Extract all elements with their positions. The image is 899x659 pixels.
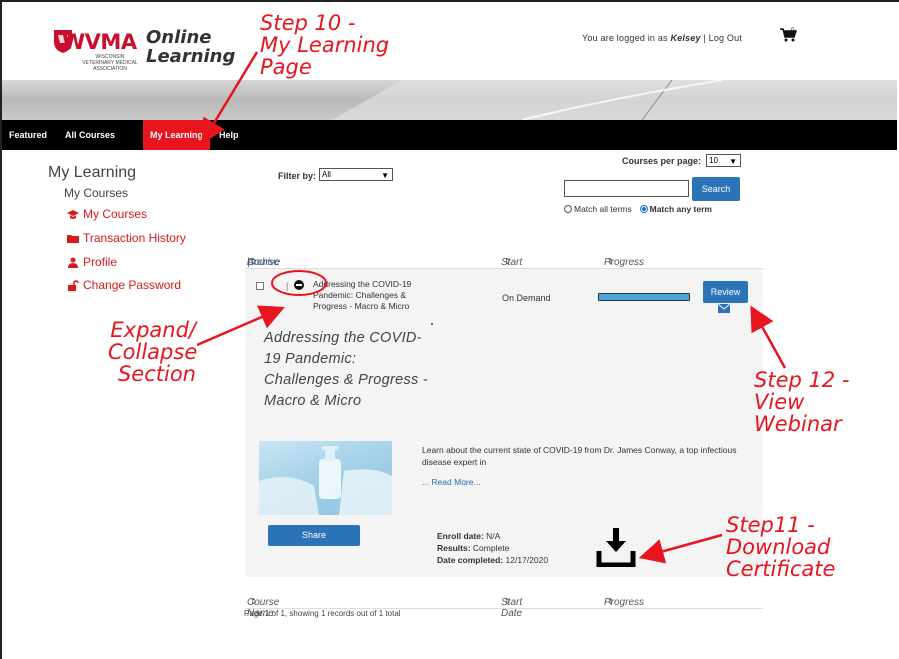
annotation-step10: Step 10 - My Learning Page — [260, 11, 390, 79]
match-options: Match all terms Match any term — [564, 204, 712, 214]
envelope-icon[interactable] — [718, 304, 730, 313]
per-page-label: Courses per page: — [622, 156, 702, 166]
filter-select-value: All — [322, 170, 331, 179]
sort-icon: ⇕ — [607, 597, 614, 606]
review-button[interactable]: Review — [703, 281, 748, 303]
annotation-step11: Step11 - Download Certificate — [726, 513, 836, 581]
per-page-value: 10 — [709, 156, 718, 165]
paging-info: Page 1 of 1, showing 1 records out of 1 … — [244, 609, 401, 618]
match-any-label: Match any term — [649, 204, 712, 214]
graduation-cap-icon — [67, 209, 79, 219]
sort-icon: ⇕ — [607, 257, 614, 266]
table-footer-header: Course Name ⇕ Start Date ⇕ Progress ⇕ — [245, 583, 763, 619]
sidebar-subtitle: My Courses — [64, 186, 129, 200]
match-all-option[interactable]: Match all terms — [564, 204, 632, 214]
decorative-dot — [431, 323, 433, 325]
share-button[interactable]: Share — [268, 525, 360, 546]
chevron-down-icon: ▼ — [729, 157, 737, 166]
unlock-icon — [68, 279, 79, 291]
archive-checkbox[interactable] — [256, 282, 264, 290]
nav-my-learning[interactable]: My Learning — [143, 120, 211, 150]
logo-wvma-text: WVMA — [62, 30, 137, 54]
sidebar-item-label: Profile — [83, 255, 118, 269]
course-start-date: On Demand — [502, 293, 551, 303]
header-banner — [2, 80, 897, 120]
enroll-date: Enroll date: N/A — [437, 531, 501, 541]
logo-learning: Learning — [146, 46, 236, 67]
search-button[interactable]: Search — [692, 177, 740, 201]
results: Results: Complete — [437, 543, 510, 553]
sidebar-item-change-password[interactable]: Change Password — [67, 278, 181, 292]
logo-subtext: WISCONSIN VETERINARY MEDICAL ASSOCIATION — [82, 54, 138, 72]
login-prefix: You are logged in as — [582, 33, 671, 43]
match-any-radio[interactable] — [639, 205, 648, 213]
site-logo[interactable]: WVMA WISCONSIN VETERINARY MEDICAL ASSOCI… — [52, 26, 235, 72]
course-thumbnail — [259, 441, 392, 515]
search-input[interactable] — [564, 180, 689, 197]
annotation-step12: Step 12 - View Webinar — [754, 368, 850, 436]
progress-bar — [598, 293, 690, 301]
match-any-option[interactable]: Match any term — [639, 204, 712, 214]
row-separator: | — [286, 281, 289, 291]
site-header: WVMA WISCONSIN VETERINARY MEDICAL ASSOCI… — [2, 2, 897, 80]
match-all-radio[interactable] — [564, 205, 572, 213]
per-page-select[interactable]: 10 ▼ — [706, 154, 741, 167]
sidebar-item-profile[interactable]: Profile — [67, 255, 117, 269]
date-completed: Date completed: 12/17/2020 — [437, 555, 549, 565]
sort-icon: ⇕ — [504, 597, 511, 606]
banner-graphic — [332, 80, 897, 120]
nav-featured[interactable]: Featured — [2, 120, 54, 150]
course-title[interactable]: Addressing the COVID-19 Pandemic: Challe… — [313, 279, 433, 312]
annotation-expand-collapse: Expand/ Collapse Section — [108, 318, 198, 386]
table-header: Archive | Course Name⇕ Start Date⇕ Progr… — [245, 243, 763, 279]
sidebar-item-label: Transaction History — [83, 231, 186, 245]
logo-online: Online — [146, 27, 212, 48]
cart-icon[interactable]: 0 — [779, 27, 797, 43]
logo-online-learning: Online Learning — [146, 28, 235, 66]
download-icon[interactable] — [596, 527, 636, 567]
username: Kelsey — [670, 33, 701, 43]
course-detail-title: Addressing the COVID-19 Pandemic: Challe… — [264, 330, 429, 409]
sidebar-item-label: Change Password — [83, 278, 182, 292]
collapse-icon[interactable] — [294, 280, 304, 290]
course-description: Learn about the current state of COVID-1… — [422, 445, 737, 467]
folder-icon — [67, 234, 79, 243]
sort-icon: ⇕ — [250, 597, 257, 606]
nav-help[interactable]: Help — [212, 120, 246, 150]
sanitizer-masks-image — [259, 446, 392, 515]
login-status: You are logged in as Kelsey | Log Out — [582, 33, 742, 43]
sidebar-title: My Learning — [48, 164, 137, 181]
filter-label: Filter by: — [278, 171, 317, 181]
sort-icon[interactable]: ⇕ — [250, 257, 257, 266]
main-nav: Featured All Courses My Learning Help — [2, 120, 897, 150]
sidebar-item-label: My Courses — [83, 207, 148, 221]
filter-select[interactable]: All ▼ — [319, 168, 393, 181]
read-more-link[interactable]: ... Read More... — [422, 477, 481, 487]
sidebar-item-my-courses[interactable]: My Courses — [67, 207, 147, 221]
user-icon — [68, 257, 78, 268]
match-all-label: Match all terms — [574, 204, 632, 214]
logout-link[interactable]: | Log Out — [701, 33, 742, 43]
nav-all-courses[interactable]: All Courses — [58, 120, 122, 150]
sort-icon: ⇕ — [504, 257, 511, 266]
chevron-down-icon: ▼ — [381, 171, 389, 180]
sidebar-item-transaction-history[interactable]: Transaction History — [67, 231, 186, 245]
